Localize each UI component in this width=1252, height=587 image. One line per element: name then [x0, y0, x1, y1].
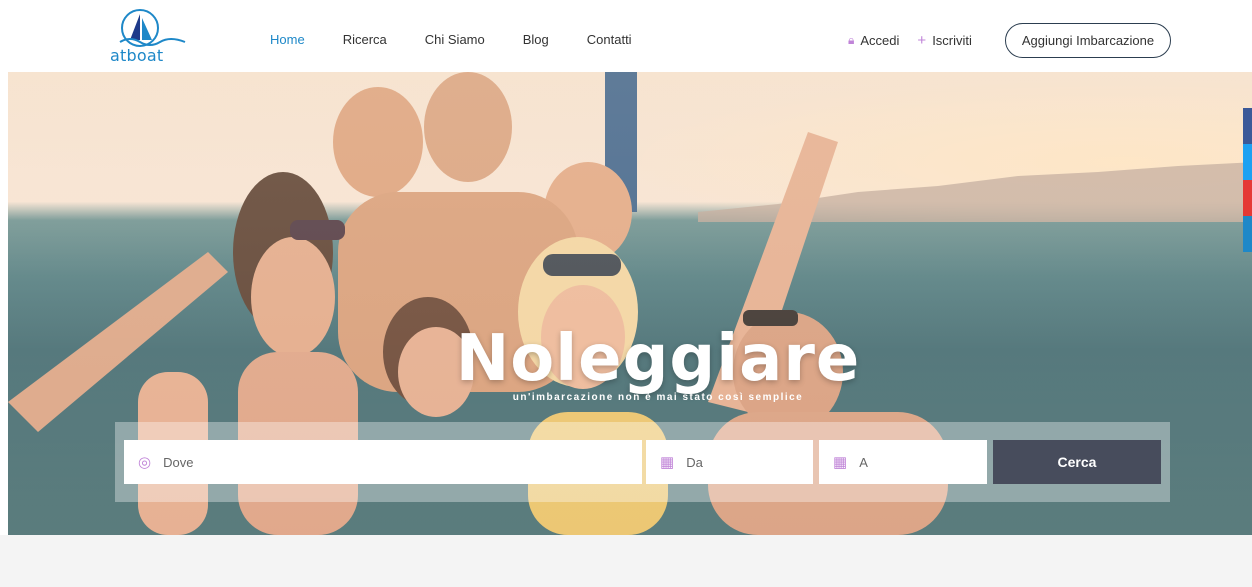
content-band — [0, 535, 1252, 587]
where-placeholder: Dove — [163, 454, 194, 470]
page: atboat Home Ricerca Chi Siamo Blog Conta… — [0, 0, 1252, 587]
register-link[interactable]: + Iscriviti — [917, 32, 971, 49]
twitter-share-button[interactable] — [1243, 144, 1252, 180]
google-share-button[interactable] — [1243, 180, 1252, 216]
date-to-placeholder: A — [859, 454, 868, 470]
date-from-field[interactable]: ▦ Da — [646, 440, 813, 484]
login-link[interactable]: 🔒︎ Accedi — [848, 33, 899, 48]
linkedin-share-button[interactable] — [1243, 216, 1252, 252]
calendar-icon: ▦ — [660, 454, 675, 471]
register-label: Iscriviti — [932, 33, 972, 48]
brand-logo[interactable]: atboat — [110, 8, 190, 68]
login-label: Accedi — [860, 33, 900, 48]
social-share-bar — [1243, 108, 1252, 252]
nav-item-chi-siamo[interactable]: Chi Siamo — [425, 32, 485, 47]
date-from-placeholder: Da — [686, 454, 703, 470]
nav-item-ricerca[interactable]: Ricerca — [343, 32, 387, 47]
hero-title: Noleggiare — [455, 322, 861, 396]
search-button[interactable]: Cerca — [993, 440, 1161, 484]
date-to-field[interactable]: ▦ A — [819, 440, 987, 484]
where-field[interactable]: ◎ Dove — [124, 440, 642, 484]
hero-subtitle: un'imbarcazione non è mai stato così sem… — [512, 392, 804, 403]
nav-item-blog[interactable]: Blog — [523, 32, 549, 47]
site-header: atboat Home Ricerca Chi Siamo Blog Conta… — [0, 0, 1252, 72]
hero-section: Noleggiare un'imbarcazione non è mai sta… — [8, 72, 1252, 535]
brand-name: atboat — [110, 46, 164, 65]
nav-item-contatti[interactable]: Contatti — [587, 32, 632, 47]
nav-item-home[interactable]: Home — [270, 32, 305, 47]
main-nav: Home Ricerca Chi Siamo Blog Contatti — [270, 32, 670, 47]
facebook-share-button[interactable] — [1243, 108, 1252, 144]
lock-icon: 🔒︎ — [848, 33, 855, 47]
map-pin-icon: ◎ — [138, 454, 152, 471]
calendar-icon: ▦ — [833, 454, 848, 471]
search-form: ◎ Dove ▦ Da ▦ A Cerca — [115, 422, 1170, 502]
plus-icon: + — [917, 32, 927, 49]
auth-links: 🔒︎ Accedi + Iscriviti — [848, 32, 990, 49]
add-boat-button[interactable]: Aggiungi Imbarcazione — [1005, 23, 1171, 58]
